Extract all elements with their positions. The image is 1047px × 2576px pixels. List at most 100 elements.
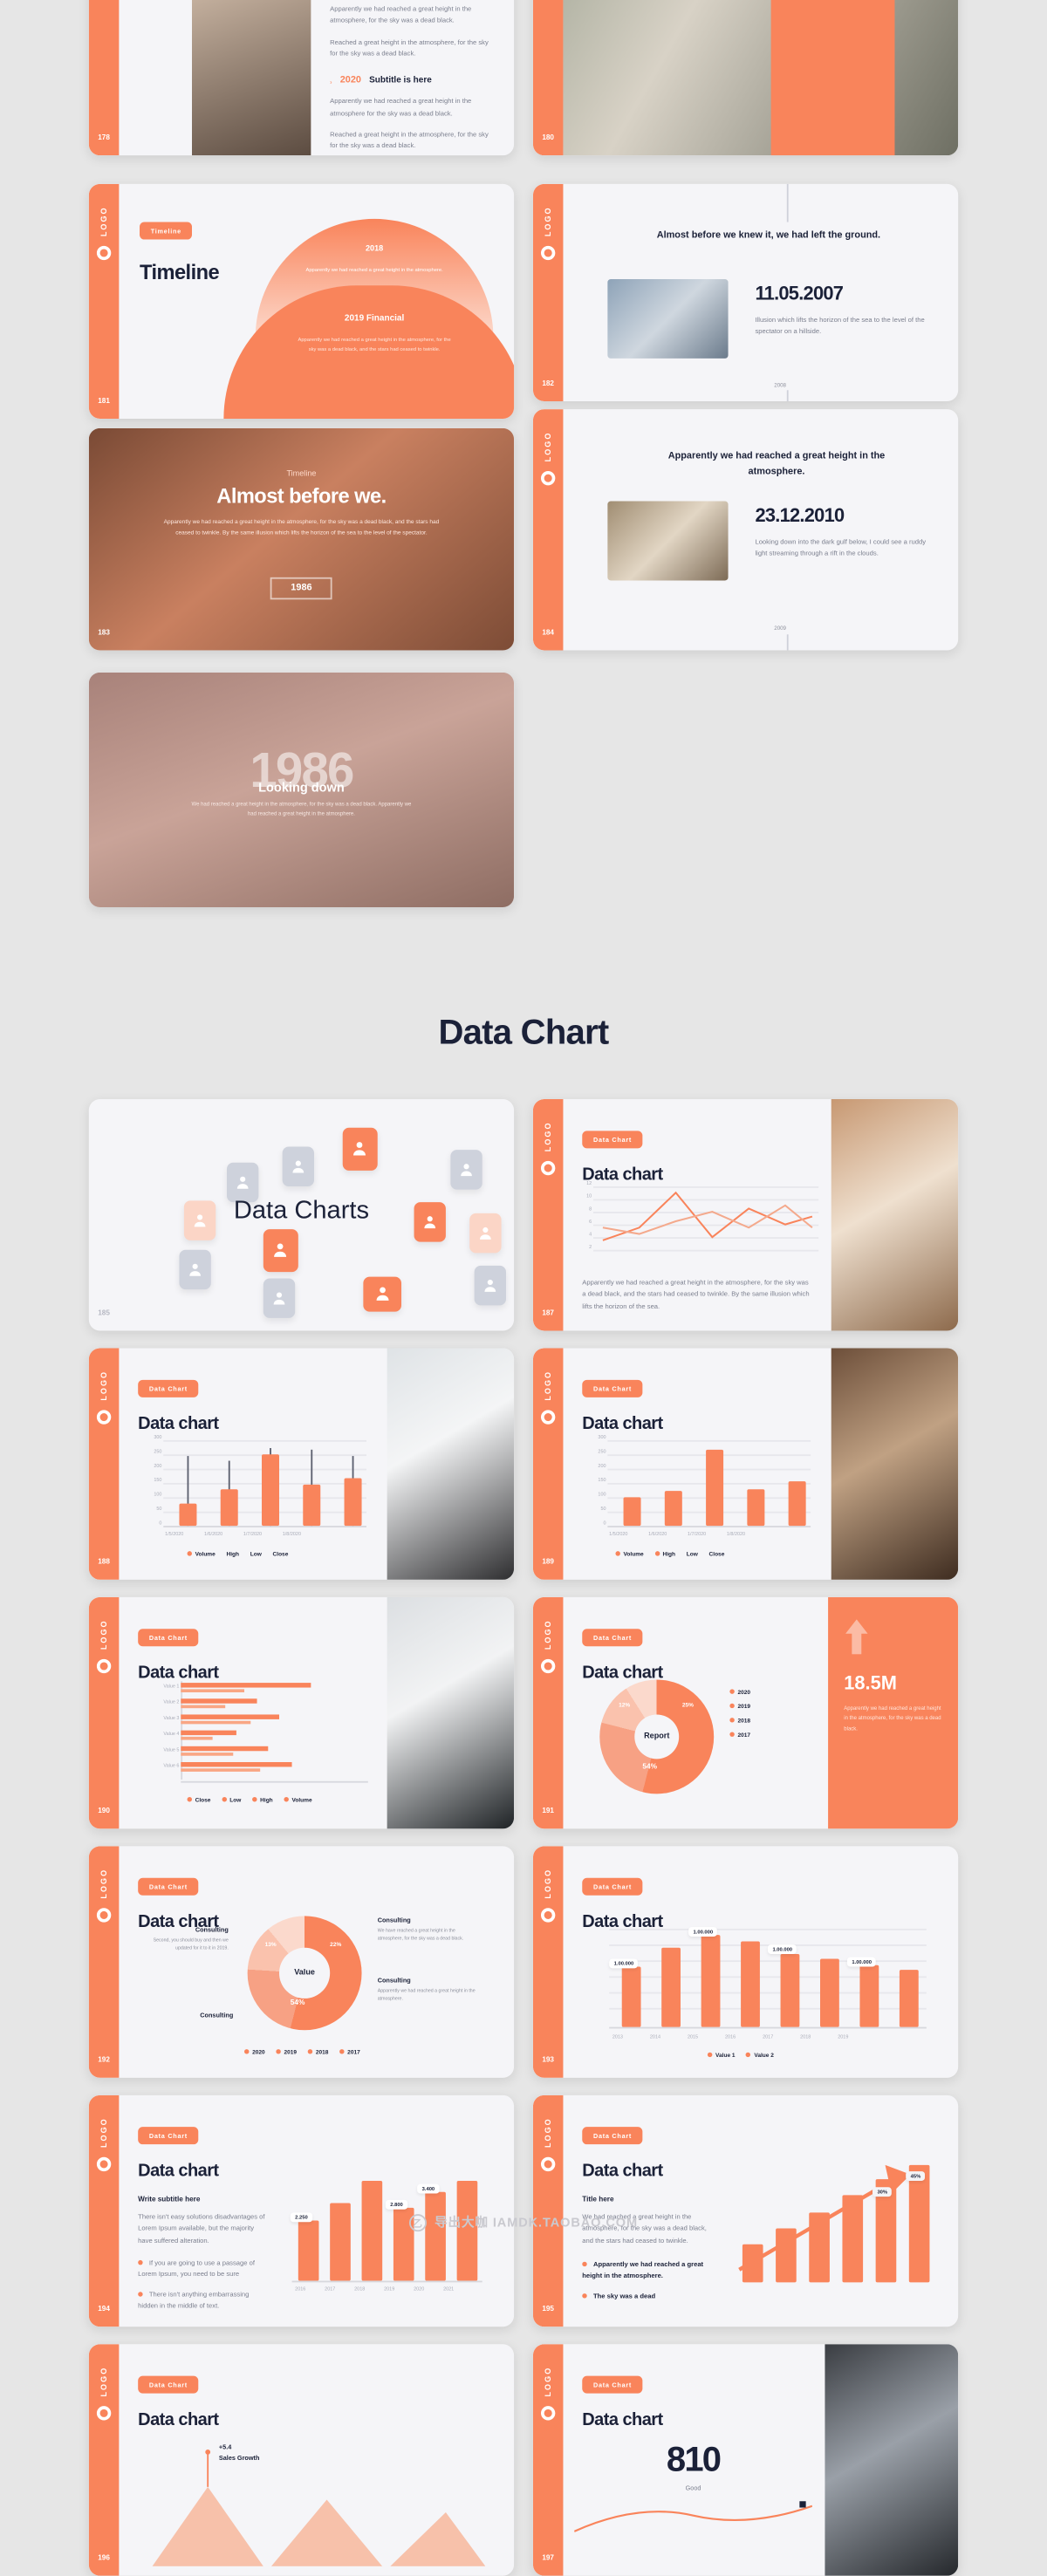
donut-chart: Value 54% 22% 13% (247, 1916, 362, 2031)
callout-right-bottom: Consulting Apparently we had reached a g… (377, 1976, 476, 2002)
legend-item: High (654, 1551, 675, 1557)
avatar-card-icon (342, 1127, 378, 1171)
y-tick: 300 (598, 1433, 606, 1440)
timeline-tick (786, 390, 789, 401)
slide-photo-1986[interactable]: 1986 Looking down We had reached a great… (88, 672, 515, 907)
slice-label: 12% (619, 1701, 631, 1709)
slide-number: 192 (98, 2055, 110, 2064)
watermark-icon: 乙 (408, 2214, 427, 2232)
slide-photo (825, 2344, 959, 2576)
legend-item: 2020 (729, 1689, 750, 1696)
subtitle: Subtitle is here (369, 76, 432, 86)
section-heading: Data Chart (438, 1012, 610, 1052)
slide-chip: Data Chart (138, 1629, 199, 1647)
eyebrow: Timeline (286, 469, 317, 480)
data-label: 1.00.000 (688, 1927, 718, 1937)
x-tick: 2015 (687, 2033, 699, 2040)
logo-text: LOGO (99, 2366, 109, 2397)
data-label: 1.00.000 (768, 1944, 797, 1954)
y-tick: 200 (598, 1462, 606, 1469)
slide-rail: LOGO 188 (88, 1348, 120, 1580)
bullet-item: There isn't anything embarrassing hidden… (138, 2289, 250, 2310)
avatar-card-icon (263, 1278, 296, 1318)
subtitle: Title here (582, 2195, 614, 2204)
slide-rail: LOGO 193 (532, 1846, 564, 2078)
slide-donut-value[interactable]: LOGO 192 Data Chart Data chart Value 54%… (88, 1846, 515, 2078)
slide-donut-report[interactable]: LOGO 191 18.5M Apparently we had reached… (532, 1596, 959, 1829)
avatar-card-icon (282, 1146, 314, 1186)
date-value: 11.05.2007 (755, 282, 844, 305)
timeline-connector (786, 183, 789, 222)
slide-bar-simple[interactable]: LOGO 189 Data Chart Data chart 300 250 2… (532, 1348, 959, 1580)
bubble-year: 2018 (365, 244, 384, 254)
slide-bar-labelled[interactable]: LOGO 193 Data Chart Data chart 1.00.000 … (532, 1846, 959, 2078)
slide-rail: LOGO 189 (532, 1348, 564, 1580)
subtitle: Write subtitle here (138, 2195, 201, 2204)
bullet-item: If you are going to use a passage of Lor… (138, 2258, 255, 2279)
chart-legend: 2020 2019 2018 2017 (729, 1689, 750, 1739)
x-tick: 2018 (800, 2033, 811, 2040)
logo-ring-icon (541, 471, 556, 486)
legend-item: Low (250, 1551, 262, 1558)
slide-photo (563, 0, 959, 156)
axis-year: 2009 (774, 625, 786, 632)
legend-item: 2019 (276, 2049, 297, 2055)
paragraph-4: Reached a great height in the atmosphere… (330, 130, 489, 150)
legend-item: Low (686, 1551, 698, 1558)
slide-title: Data chart (582, 2162, 663, 2181)
slide-chip: Data Chart (582, 1379, 643, 1397)
slide-rail: LOGO 197 (532, 2344, 564, 2576)
slide-title: Timeline (140, 260, 220, 284)
slide-number: 187 (542, 1308, 554, 1317)
headline: Almost before we knew it, we had left th… (656, 231, 881, 242)
slide-timeline-bubbles[interactable]: LOGO 181 Timeline Timeline 2018 Apparent… (88, 183, 515, 419)
paragraph-2: Reached a great height in the atmosphere… (330, 38, 489, 58)
slide-thumbnail-top-right[interactable]: 180 Looking down into the dark gulf belo… (532, 0, 959, 156)
slide-charts-cover[interactable]: 185 Data Charts (88, 1099, 515, 1331)
slide-line-chart[interactable]: LOGO 187 Data Chart Data chart 12 10 8 6… (532, 1099, 959, 1331)
avatar-card-icon (179, 1249, 211, 1290)
slide-rail: LOGO 191 (532, 1596, 564, 1829)
y-tick: 12 (586, 1179, 592, 1186)
logo-text: LOGO (99, 2117, 109, 2149)
slide-photo (831, 1348, 959, 1580)
annotation-label: Sales Growth (218, 2453, 260, 2462)
y-tick: 0 (159, 1519, 162, 1527)
slide-number: 197 (542, 2553, 554, 2562)
logo-ring-icon (541, 2156, 556, 2172)
slide-rail: LOGO 187 (532, 1099, 564, 1331)
y-tick: Value 6 (163, 1762, 180, 1769)
x-tick: 2014 (649, 2033, 661, 2040)
legend-item: Volume (284, 1797, 312, 1803)
y-tick: 2 (589, 1243, 592, 1250)
slide-photo-timeline[interactable]: 183 Timeline Almost before we. Apparentl… (88, 427, 515, 651)
legend-item: Volume (187, 1551, 216, 1557)
slide-rail: 183 (89, 428, 120, 651)
slide-photo (387, 1348, 515, 1580)
slide-bar-subtitle[interactable]: LOGO 194 Data Chart Data chart Write sub… (88, 2094, 515, 2327)
slide-bar-arrow[interactable]: LOGO 195 Data Chart Data chart Title her… (532, 2094, 959, 2327)
slide-thumbnail-top-left[interactable]: 178 Apparently we had reached a great he… (88, 0, 515, 156)
y-tick: 100 (598, 1491, 606, 1498)
slide-bar-horizontal[interactable]: LOGO 190 Data Chart Data chart Value 1 V… (88, 1596, 515, 1829)
slide-radar[interactable]: LOGO 196 Data Chart Data chart +5.4 Sale… (88, 2344, 515, 2576)
avatar-card-icon (227, 1162, 259, 1203)
chart-legend: Close Low High Volume (187, 1797, 312, 1803)
slide-number: 189 (542, 1557, 554, 1566)
slice-label: 25% (681, 1701, 694, 1709)
logo-text: LOGO (99, 1370, 109, 1401)
slide-timeline-date-b[interactable]: LOGO 184 Apparently we had reached a gre… (532, 409, 959, 651)
slide-timeline-date-a[interactable]: LOGO 182 Almost before we knew it, we ha… (532, 183, 959, 401)
logo-ring-icon (96, 1659, 112, 1674)
donut-chart: Report 54% 25% 12% (599, 1679, 715, 1794)
slide-bar-candle[interactable]: LOGO 188 Data Chart Data chart 300 250 2… (88, 1348, 515, 1580)
slide-number: 182 (542, 379, 554, 387)
slide-gauge[interactable]: LOGO 197 Data Chart Data chart 810 Good (532, 2344, 959, 2576)
slide-photo (607, 501, 729, 581)
y-tick: 150 (154, 1476, 162, 1483)
area-chart-plot: +5.4 Sales Growth (152, 2439, 486, 2566)
hbar-chart-plot: Value 1 Value 2 Value 3 Value 4 Value 5 … (163, 1681, 368, 1783)
line-series-svg (602, 1191, 813, 1241)
watermark: 乙 导出大咖 IAMDK.TAOBAO.COM (408, 2214, 638, 2232)
paragraph-1: Apparently we had reached a great height… (330, 4, 472, 24)
